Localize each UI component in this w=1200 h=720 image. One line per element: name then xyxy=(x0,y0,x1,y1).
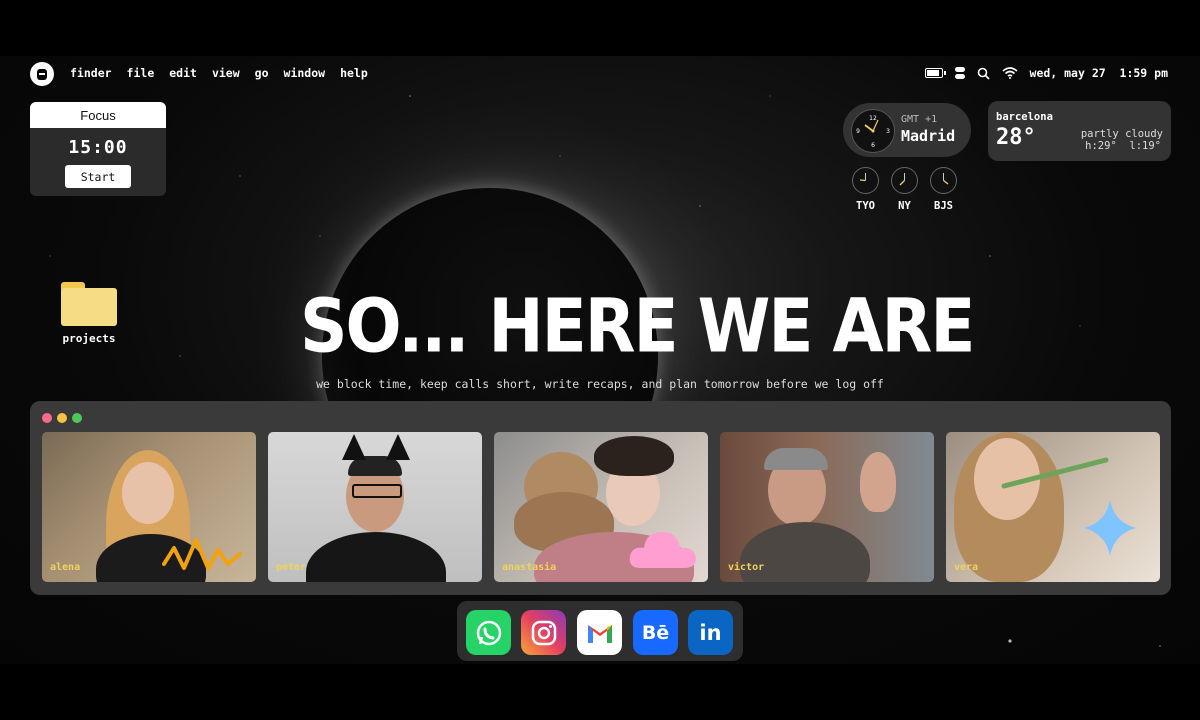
status-tray: wed, may 27 1:59 pm xyxy=(924,56,1168,90)
behance-label: Bē xyxy=(641,621,670,644)
participant-name: vera xyxy=(954,562,979,573)
hero-tagline: we block time, keep calls short, write r… xyxy=(316,377,884,391)
participant-name: anastasia xyxy=(502,562,557,573)
menu-datetime[interactable]: wed, may 27 1:59 pm xyxy=(1030,66,1168,80)
menu-window[interactable]: window xyxy=(284,66,326,80)
mini-clocks: TYO NY BJS xyxy=(852,167,957,212)
weather-temp: 28° xyxy=(996,125,1036,150)
participant-name: victor xyxy=(728,562,765,573)
mini-clock-ny[interactable]: NY xyxy=(891,167,918,212)
mini-clock-label: NY xyxy=(898,200,911,212)
menu-file[interactable]: file xyxy=(127,66,155,80)
menu-items: finder file edit view go window help xyxy=(70,56,368,90)
clock-icon xyxy=(891,167,918,194)
svg-text:6: 6 xyxy=(871,142,875,149)
zigzag-sticker-icon xyxy=(162,538,242,570)
video-call-window: alena peter anastasia victor vera xyxy=(30,401,1171,595)
sparkle-sticker-icon xyxy=(1084,500,1136,556)
participant-tile-anastasia[interactable]: anastasia xyxy=(494,432,708,582)
cloud-sticker-icon xyxy=(629,532,696,568)
mini-clock-label: TYO xyxy=(856,200,875,212)
instagram-icon[interactable] xyxy=(521,610,566,655)
behance-icon[interactable]: Bē xyxy=(633,610,678,655)
svg-text:3: 3 xyxy=(886,128,890,135)
gmail-icon[interactable] xyxy=(577,610,622,655)
clock-city: Madrid xyxy=(901,127,956,145)
weather-hilo: h:29° l:19° xyxy=(1085,140,1161,152)
focus-start-button[interactable]: Start xyxy=(65,165,131,188)
weather-condition: partly cloudy xyxy=(1080,128,1163,140)
focus-title: Focus xyxy=(30,102,166,128)
weather-city: barcelona xyxy=(996,111,1053,123)
maximize-button[interactable] xyxy=(72,413,82,423)
participant-tile-peter[interactable]: peter xyxy=(268,432,482,582)
mini-clock-bjs[interactable]: BJS xyxy=(930,167,957,212)
weather-widget[interactable]: barcelona 28° partly cloudy h:29° l:19° xyxy=(988,101,1171,161)
desktop: finder file edit view go window help wed… xyxy=(0,56,1200,664)
participant-tile-vera[interactable]: vera xyxy=(946,432,1160,582)
menu-bar: finder file edit view go window help wed… xyxy=(0,56,1200,90)
linkedin-label: in xyxy=(699,620,722,645)
close-button[interactable] xyxy=(42,413,52,423)
system-logo-icon[interactable] xyxy=(30,62,54,86)
participant-tile-victor[interactable]: victor xyxy=(720,432,934,582)
battery-icon[interactable] xyxy=(924,68,946,78)
svg-text:12: 12 xyxy=(869,115,877,122)
wifi-icon[interactable] xyxy=(1001,67,1018,79)
menu-view[interactable]: view xyxy=(212,66,240,80)
menu-go[interactable]: go xyxy=(255,66,269,80)
participant-tile-alena[interactable]: alena xyxy=(42,432,256,582)
pencil-icon xyxy=(1001,457,1109,489)
search-icon[interactable] xyxy=(977,67,990,80)
participant-name: peter xyxy=(276,562,307,573)
world-clock-widget[interactable]: 12 3 6 9 GMT +1 Madrid xyxy=(843,103,971,157)
analog-clock-icon: 12 3 6 9 xyxy=(851,109,895,153)
focus-timer: 15:00 xyxy=(68,137,128,158)
whatsapp-icon[interactable] xyxy=(466,610,511,655)
clock-icon xyxy=(930,167,957,194)
folder-icon[interactable] xyxy=(61,282,117,326)
window-controls xyxy=(42,413,82,423)
focus-widget: Focus 15:00 Start xyxy=(30,102,166,196)
svg-text:9: 9 xyxy=(856,128,860,135)
linkedin-icon[interactable]: in xyxy=(688,610,733,655)
mini-clock-tyo[interactable]: TYO xyxy=(852,167,879,212)
menu-edit[interactable]: edit xyxy=(169,66,197,80)
menu-help[interactable]: help xyxy=(340,66,368,80)
folder-label[interactable]: projects xyxy=(44,332,134,345)
participant-name: alena xyxy=(50,562,81,573)
clock-icon xyxy=(852,167,879,194)
menu-finder[interactable]: finder xyxy=(70,66,112,80)
mini-clock-label: BJS xyxy=(934,200,953,212)
minimize-button[interactable] xyxy=(57,413,67,423)
clock-timezone: GMT +1 xyxy=(901,114,938,125)
app-dock: Bē in xyxy=(457,601,743,661)
hero-headline: SO... HERE WE ARE xyxy=(300,283,975,370)
control-center-icon[interactable] xyxy=(954,67,965,79)
